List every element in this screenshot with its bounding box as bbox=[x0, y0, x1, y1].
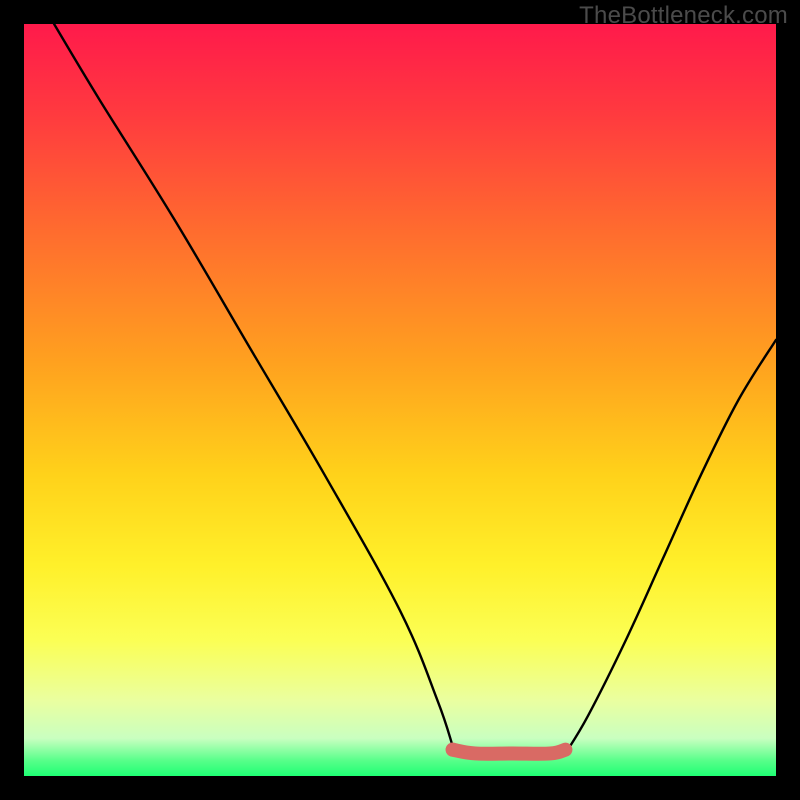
left-curve bbox=[54, 24, 453, 746]
right-curve bbox=[565, 340, 776, 754]
plot-area bbox=[24, 24, 776, 776]
chart-svg bbox=[24, 24, 776, 776]
marker-segment bbox=[453, 750, 566, 754]
watermark-text: TheBottleneck.com bbox=[579, 2, 788, 30]
chart-frame: TheBottleneck.com bbox=[0, 0, 800, 800]
